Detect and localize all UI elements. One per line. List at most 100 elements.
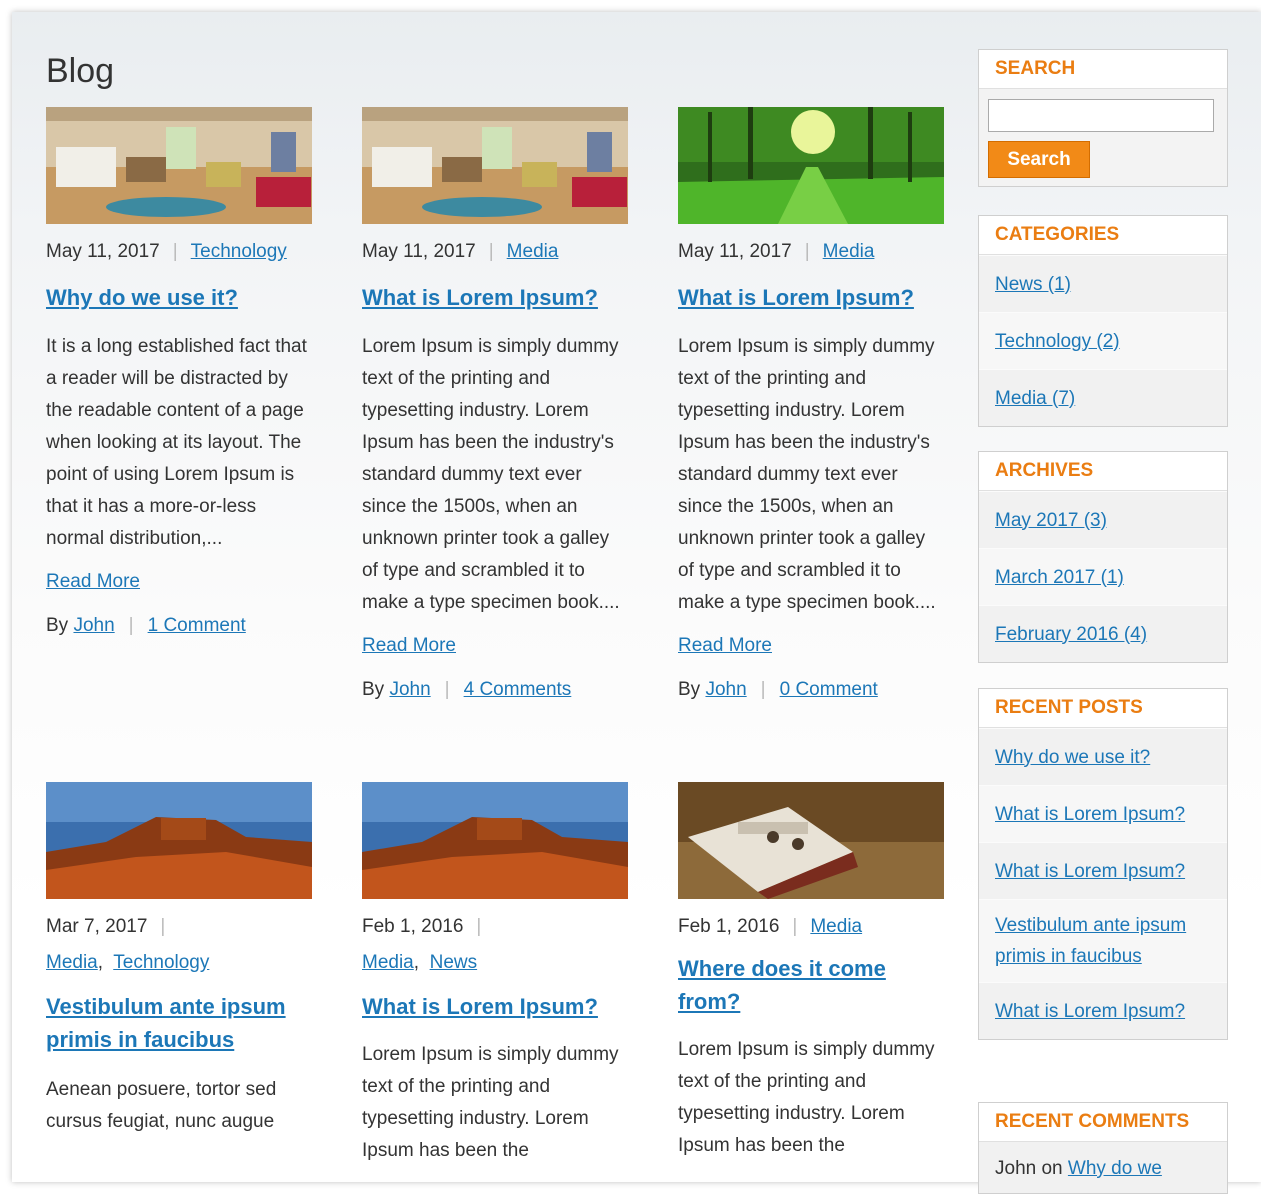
post-title-link[interactable]: Vestibulum ante ipsum primis in faucibus bbox=[46, 994, 286, 1052]
post-date: Mar 7, 2017 bbox=[46, 916, 148, 937]
post-excerpt: Aenean posuere, tortor sed cursus feugia… bbox=[46, 1079, 277, 1132]
category-link-news[interactable]: News (1) bbox=[995, 269, 1071, 300]
search-input[interactable] bbox=[988, 99, 1214, 132]
list-item: What is Lorem Ipsum? bbox=[979, 785, 1227, 842]
by-label: By bbox=[362, 679, 385, 700]
post-excerpt: Lorem Ipsum is simply dummy text of the … bbox=[678, 336, 936, 613]
post-categories: Media, News bbox=[362, 952, 478, 973]
post-title-link[interactable]: What is Lorem Ipsum? bbox=[678, 285, 914, 310]
post-meta: May 11, 2017 | Media bbox=[362, 239, 628, 265]
list-item: Media (7) bbox=[979, 369, 1227, 426]
post-category-link[interactable]: Technology bbox=[113, 952, 209, 973]
post-excerpt: Lorem Ipsum is simply dummy text of the … bbox=[362, 1044, 619, 1161]
post-byline: By John | 4 Comments bbox=[362, 677, 628, 703]
post-title-link[interactable]: Where does it come from? bbox=[678, 956, 886, 1014]
post-category-link[interactable]: Media bbox=[823, 241, 875, 262]
post-thumbnail-desert[interactable] bbox=[362, 782, 628, 899]
search-widget: SEARCH Search bbox=[978, 49, 1228, 187]
byline-separator: | bbox=[444, 679, 450, 700]
recent-post-link[interactable]: What is Lorem Ipsum? bbox=[995, 996, 1185, 1027]
post-excerpt: Lorem Ipsum is simply dummy text of the … bbox=[678, 1039, 935, 1156]
post-category-link[interactable]: Media bbox=[362, 952, 414, 973]
post-title-link[interactable]: What is Lorem Ipsum? bbox=[362, 994, 598, 1019]
post-card: Feb 1, 2016 | Media Where does it come fro… bbox=[678, 782, 944, 1162]
post-thumbnail-forest[interactable] bbox=[678, 107, 944, 224]
post-date: May 11, 2017 bbox=[46, 241, 160, 262]
post-category-link[interactable]: Media bbox=[810, 916, 862, 937]
post-meta: May 11, 2017 | Technology bbox=[46, 239, 312, 265]
recent-post-link[interactable]: What is Lorem Ipsum? bbox=[995, 799, 1185, 830]
recent-post-link[interactable]: Why do we use it? bbox=[995, 742, 1150, 773]
meta-separator: | bbox=[172, 241, 178, 262]
post-title: Why do we use it? bbox=[46, 281, 312, 314]
list-item: News (1) bbox=[979, 255, 1227, 312]
post-meta: Mar 7, 2017 | bbox=[46, 914, 312, 940]
post-thumbnail-boat[interactable] bbox=[678, 782, 944, 899]
read-more-link[interactable]: Read More bbox=[362, 635, 456, 656]
widget-title: SEARCH bbox=[979, 50, 1227, 89]
post-card: May 11, 2017 | Media What is Lorem Ipsum? … bbox=[678, 107, 944, 703]
read-more-link[interactable]: Read More bbox=[46, 571, 140, 592]
read-more-link[interactable]: Read More bbox=[678, 635, 772, 656]
post-card: May 11, 2017 | Media What is Lorem Ipsum? … bbox=[362, 107, 628, 703]
post-title-link[interactable]: What is Lorem Ipsum? bbox=[362, 285, 598, 310]
post-thumbnail-desert[interactable] bbox=[46, 782, 312, 899]
post-date: Feb 1, 2016 bbox=[362, 916, 464, 937]
archive-link[interactable]: May 2017 (3) bbox=[995, 505, 1107, 536]
recent-post-link[interactable]: Vestibulum ante ipsum primis in faucibus bbox=[995, 910, 1211, 972]
post-category-link[interactable]: Media bbox=[46, 952, 98, 973]
category-link-media[interactable]: Media (7) bbox=[995, 383, 1075, 414]
author-link[interactable]: John bbox=[389, 679, 430, 700]
post-date: May 11, 2017 bbox=[362, 241, 476, 262]
list-item: What is Lorem Ipsum? bbox=[979, 842, 1227, 899]
category-link-technology[interactable]: Technology (2) bbox=[995, 326, 1120, 357]
post-category-link[interactable]: Technology bbox=[191, 241, 287, 262]
comments-link[interactable]: 0 Comment bbox=[780, 679, 878, 700]
post-title: What is Lorem Ipsum? bbox=[678, 281, 944, 314]
post-meta: Feb 1, 2016 | Media bbox=[678, 914, 944, 940]
author-link[interactable]: John bbox=[705, 679, 746, 700]
comment-author: John on bbox=[995, 1158, 1063, 1179]
post-title: What is Lorem Ipsum? bbox=[362, 281, 628, 314]
widget-title: RECENT COMMENTS bbox=[979, 1103, 1227, 1142]
meta-separator: | bbox=[160, 916, 166, 937]
meta-separator: | bbox=[792, 916, 798, 937]
archive-link[interactable]: February 2016 (4) bbox=[995, 619, 1147, 650]
comments-link[interactable]: 4 Comments bbox=[464, 679, 572, 700]
page-title: Blog bbox=[46, 52, 115, 90]
byline-separator: | bbox=[760, 679, 766, 700]
widget-title: RECENT POSTS bbox=[979, 689, 1227, 728]
list-item: Technology (2) bbox=[979, 312, 1227, 369]
recent-comments-widget: RECENT COMMENTS John on Why do we bbox=[978, 1102, 1228, 1194]
archive-link[interactable]: March 2017 (1) bbox=[995, 562, 1124, 593]
list-item: March 2017 (1) bbox=[979, 548, 1227, 605]
post-categories: Media, Technology bbox=[46, 952, 210, 973]
post-category-link[interactable]: Media bbox=[507, 241, 559, 262]
list-item: May 2017 (3) bbox=[979, 491, 1227, 548]
list-item: February 2016 (4) bbox=[979, 605, 1227, 662]
read-more: Read More bbox=[46, 569, 312, 595]
recent-posts-widget: RECENT POSTS Why do we use it? What is L… bbox=[978, 688, 1228, 1040]
categories-widget: CATEGORIES News (1) Technology (2) Media… bbox=[978, 215, 1228, 427]
list-item: Why do we use it? bbox=[979, 728, 1227, 785]
post-category-link[interactable]: News bbox=[430, 952, 478, 973]
post-card: Mar 7, 2017 | Media, Technology Vestibulu… bbox=[46, 782, 312, 1138]
list-item: Vestibulum ante ipsum primis in faucibus bbox=[979, 899, 1227, 982]
read-more: Read More bbox=[678, 633, 944, 659]
comments-link[interactable]: 1 Comment bbox=[148, 615, 246, 636]
post-excerpt: It is a long established fact that a rea… bbox=[46, 336, 307, 549]
author-link[interactable]: John bbox=[73, 615, 114, 636]
post-title-link[interactable]: Why do we use it? bbox=[46, 285, 238, 310]
search-button[interactable]: Search bbox=[988, 141, 1090, 178]
read-more: Read More bbox=[362, 633, 628, 659]
post-thumbnail-lobby[interactable] bbox=[362, 107, 628, 224]
post-thumbnail-lobby[interactable] bbox=[46, 107, 312, 224]
post-meta: Feb 1, 2016 | bbox=[362, 914, 628, 940]
recent-post-link[interactable]: What is Lorem Ipsum? bbox=[995, 856, 1185, 887]
comment-post-link[interactable]: Why do we bbox=[1068, 1158, 1162, 1179]
list-item: What is Lorem Ipsum? bbox=[979, 982, 1227, 1039]
categories-list: News (1) Technology (2) Media (7) bbox=[979, 255, 1227, 426]
post-card: May 11, 2017 | Technology Why do we use it… bbox=[46, 107, 312, 639]
blog-page: Blog May 11, 2017 | Technology Why do we u… bbox=[12, 12, 1261, 1194]
recent-comment-item: John on Why do we bbox=[979, 1142, 1227, 1196]
